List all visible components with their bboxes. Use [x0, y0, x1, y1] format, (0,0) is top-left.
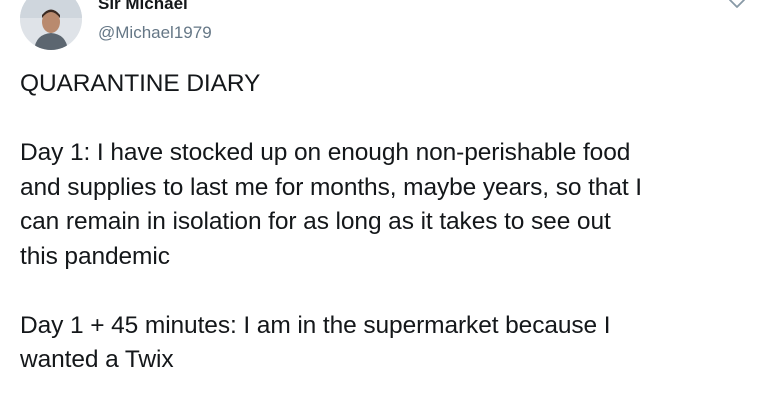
tweet-heading: QUARANTINE DIARY: [20, 70, 261, 97]
display-name[interactable]: Sir Michael: [98, 0, 212, 14]
tweet-body: QUARANTINE DIARY Day 1: I have stocked u…: [20, 67, 760, 378]
day1-line-2: and supplies to last me for months, mayb…: [20, 173, 642, 201]
avatar-photo-icon[interactable]: [20, 0, 82, 50]
day1-line-3: can remain in isolation for as long as i…: [20, 208, 611, 235]
day1-45-line-2: wanted a Twix: [20, 346, 174, 373]
username[interactable]: @Michael1979: [98, 23, 212, 43]
day1-line-4: this pandemic: [20, 242, 170, 270]
day1-line-1: Day 1: I have stocked up on enough non-p…: [20, 139, 631, 166]
day1-45-line-1: Day 1 + 45 minutes: I am in the supermar…: [20, 311, 611, 339]
tweet-card: Sir Michael @Michael1979 QUARANTINE DIAR…: [0, 0, 768, 402]
chevron-down-icon[interactable]: [727, 0, 747, 12]
user-identity: Sir Michael @Michael1979: [98, 0, 212, 43]
